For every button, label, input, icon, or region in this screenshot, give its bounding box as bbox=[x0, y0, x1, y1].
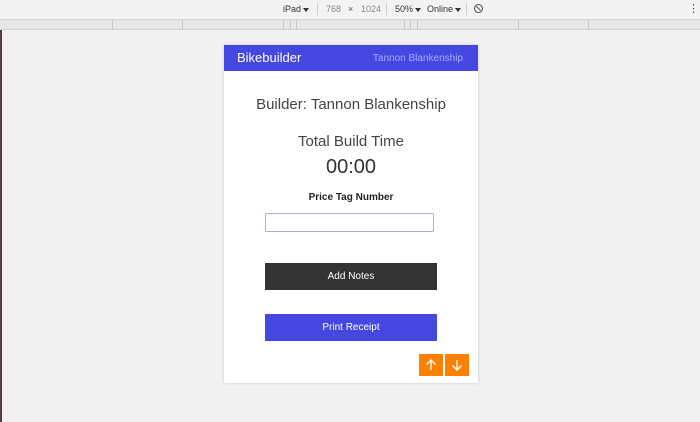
arrow-up-icon bbox=[426, 359, 436, 370]
device-toolbar: iPad 768 × 1024 50% Online ⋮ bbox=[0, 0, 700, 20]
zoom-select-label: 50% bbox=[395, 4, 414, 14]
build-timer: 00:00 bbox=[325, 156, 377, 178]
chevron-down-icon bbox=[455, 7, 462, 12]
device-select[interactable]: iPad bbox=[283, 4, 310, 15]
chevron-down-icon bbox=[415, 7, 422, 12]
ruler-tick[interactable] bbox=[290, 20, 291, 29]
scroll-up-button[interactable] bbox=[419, 354, 443, 376]
price-tag-label: Price Tag Number bbox=[308, 192, 394, 203]
total-build-time-label: Total Build Time bbox=[298, 133, 404, 150]
price-tag-input[interactable] bbox=[265, 213, 434, 232]
ruler-tick[interactable] bbox=[283, 20, 284, 29]
ruler-tick[interactable] bbox=[410, 20, 411, 29]
media-query-ruler bbox=[0, 20, 700, 30]
toolbar-divider bbox=[317, 3, 318, 15]
rotate-icon[interactable] bbox=[473, 3, 484, 14]
network-select[interactable]: Online bbox=[427, 4, 462, 15]
ruler-tick[interactable] bbox=[296, 20, 297, 29]
brand-logo[interactable]: Bikebuilder bbox=[237, 51, 301, 65]
print-receipt-button[interactable]: Print Receipt bbox=[265, 314, 437, 341]
height-field[interactable]: 1024 bbox=[361, 4, 381, 15]
ruler-tick[interactable] bbox=[112, 20, 113, 29]
ruler-tick[interactable] bbox=[588, 20, 589, 29]
ruler-tick[interactable] bbox=[182, 20, 183, 29]
add-notes-button[interactable]: Add Notes bbox=[265, 263, 437, 290]
builder-name: Builder: Tannon Blankenship bbox=[256, 96, 446, 113]
width-field[interactable]: 768 bbox=[326, 4, 341, 15]
network-select-label: Online bbox=[427, 4, 454, 14]
ruler-tick[interactable] bbox=[404, 20, 405, 29]
dimension-separator: × bbox=[348, 4, 354, 14]
emulated-viewport: Bikebuilder Tannon Blankenship Builder: … bbox=[224, 45, 478, 383]
chevron-down-icon bbox=[303, 7, 310, 12]
scroll-down-button[interactable] bbox=[445, 354, 469, 376]
app-header: Bikebuilder Tannon Blankenship bbox=[224, 45, 478, 71]
page-edge-marker bbox=[0, 30, 2, 422]
toolbar-divider bbox=[466, 3, 467, 15]
device-select-label: iPad bbox=[283, 4, 302, 14]
arrow-down-icon bbox=[452, 360, 462, 371]
zoom-select[interactable]: 50% bbox=[395, 4, 422, 15]
toolbar-divider bbox=[386, 3, 387, 15]
ruler-tick[interactable] bbox=[417, 20, 418, 29]
more-vertical-icon[interactable]: ⋮ bbox=[688, 3, 699, 15]
ruler-tick[interactable] bbox=[518, 20, 519, 29]
header-user-name[interactable]: Tannon Blankenship bbox=[373, 53, 463, 64]
